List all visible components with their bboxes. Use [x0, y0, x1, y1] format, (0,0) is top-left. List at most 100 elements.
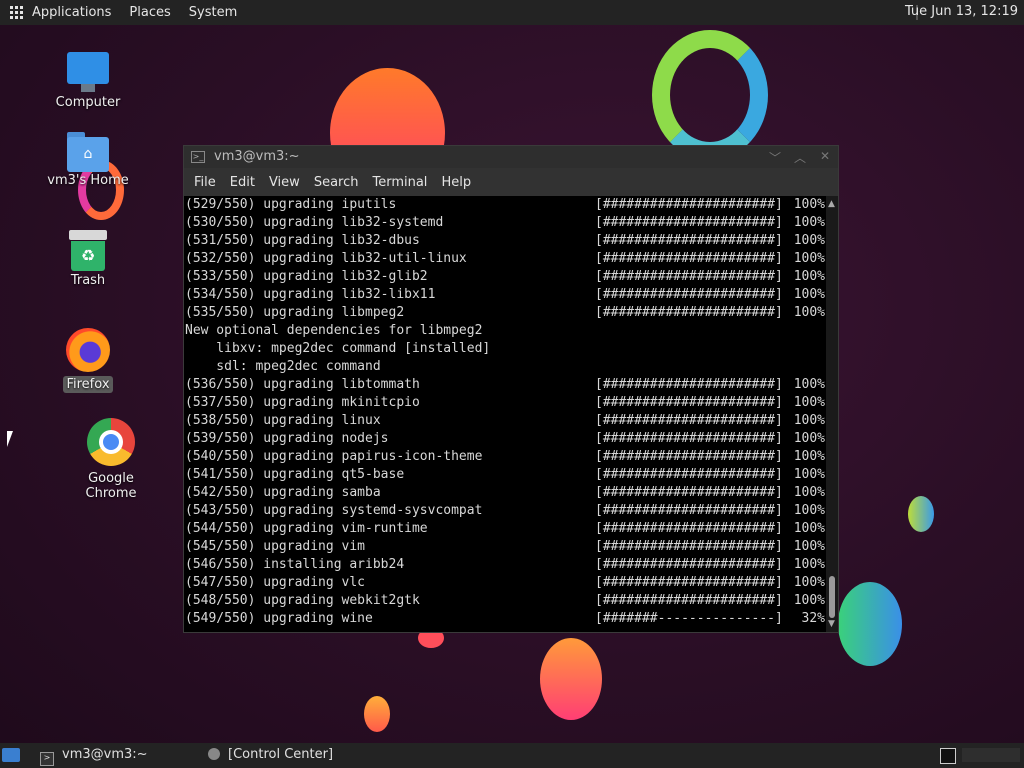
terminal-titlebar[interactable]: >_ vm3@vm3:~ ﹀ ︿ ✕ [184, 146, 838, 168]
terminal-line: (530/550) upgrading lib32-systemd [######… [185, 214, 825, 232]
clock[interactable]: Tue Jun 13, 12:19 [905, 4, 1018, 19]
close-icon[interactable]: ✕ [820, 149, 830, 163]
menu-terminal[interactable]: Terminal [372, 175, 427, 190]
terminal-line-text: (535/550) upgrading libmpeg2 [185, 305, 405, 320]
progress-bar-text: [######################] [595, 539, 783, 554]
minimize-icon[interactable]: ﹀ [769, 149, 781, 166]
progress-bar-text: [######################] [595, 467, 783, 482]
progress-bar-text: [######################] [595, 557, 783, 572]
terminal-line: (549/550) upgrading wine [#######--------… [185, 610, 825, 628]
terminal-line: libxv: mpeg2dec command [installed] [185, 340, 825, 358]
terminal-line: (540/550) upgrading papirus-icon-theme [#… [185, 448, 825, 466]
progress-percent: 100% [793, 557, 825, 572]
progress-bar-text: [#######---------------] [595, 611, 783, 626]
scrollbar-thumb[interactable] [829, 576, 835, 618]
progress-percent: 100% [793, 413, 825, 428]
workspace-1[interactable] [940, 748, 956, 764]
terminal-line-text: (529/550) upgrading iputils [185, 197, 397, 212]
control-center-icon [208, 748, 220, 760]
desktop-icon-label: vm3's Home [47, 173, 129, 188]
desktop-icon-home[interactable]: ⌂ vm3's Home [38, 132, 138, 189]
wallpaper-shape [540, 638, 602, 720]
menu-edit[interactable]: Edit [230, 175, 255, 190]
terminal-line-text: (542/550) upgrading samba [185, 485, 381, 500]
progress-percent: 100% [793, 503, 825, 518]
progress-bar-text: [######################] [595, 575, 783, 590]
progress-percent: 100% [793, 269, 825, 284]
menu-system[interactable]: System [189, 5, 237, 20]
progress-percent: 100% [793, 575, 825, 590]
menu-file[interactable]: File [194, 175, 216, 190]
terminal-line: (545/550) upgrading vim [################… [185, 538, 825, 556]
progress-percent: 100% [793, 485, 825, 500]
terminal-line-text: (534/550) upgrading lib32-libx11 [185, 287, 436, 302]
taskbar-item-label: [Control Center] [228, 747, 334, 762]
progress-percent: 100% [793, 233, 825, 248]
terminal-line: (546/550) installing aribb24 [###########… [185, 556, 825, 574]
progress-percent: 100% [793, 305, 825, 320]
progress-bar-text: [######################] [595, 269, 783, 284]
trash-icon: ♻ [69, 230, 107, 272]
terminal-line-text: (544/550) upgrading vim-runtime [185, 521, 428, 536]
menu-places[interactable]: Places [129, 5, 170, 20]
terminal-line-text: (546/550) installing aribb24 [185, 557, 405, 572]
desktop-icon-chrome[interactable]: Google Chrome [60, 418, 162, 502]
terminal-line: (539/550) upgrading nodejs [#############… [185, 430, 825, 448]
wallpaper-shape [364, 696, 390, 732]
terminal-line: (531/550) upgrading lib32-dbus [#########… [185, 232, 825, 250]
scroll-up-icon[interactable]: ▲ [828, 199, 835, 209]
menu-view[interactable]: View [269, 175, 300, 190]
menu-help[interactable]: Help [441, 175, 471, 190]
terminal-icon: >_ [191, 151, 205, 163]
desktop-icon-computer[interactable]: Computer [38, 52, 138, 111]
progress-percent: 100% [793, 287, 825, 302]
terminal-line: New optional dependencies for libmpeg2 [185, 322, 825, 340]
progress-percent: 100% [793, 593, 825, 608]
terminal-line: (534/550) upgrading lib32-libx11 [#######… [185, 286, 825, 304]
progress-percent: 100% [793, 449, 825, 464]
firefox-icon [66, 328, 110, 372]
terminal-line: (538/550) upgrading linux [##############… [185, 412, 825, 430]
terminal-line: (537/550) upgrading mkinitcpio [#########… [185, 394, 825, 412]
scroll-down-icon[interactable]: ▼ [828, 619, 835, 629]
bottom-taskbar: > vm3@vm3:~ [Control Center] [0, 743, 1024, 768]
terminal-line-text: (537/550) upgrading mkinitcpio [185, 395, 420, 410]
terminal-line-text: (540/550) upgrading papirus-icon-theme [185, 449, 483, 464]
desktop-icon-label: Trash [70, 273, 106, 288]
taskbar-item-control-center[interactable]: [Control Center] [208, 747, 333, 762]
wallpaper-shape [908, 496, 934, 532]
terminal-line-text: (543/550) upgrading systemd-sysvcompat [185, 503, 483, 518]
taskbar-item-label: vm3@vm3:~ [62, 747, 148, 762]
progress-percent: 100% [793, 395, 825, 410]
desktop-icon-trash[interactable]: ♻ Trash [38, 230, 138, 289]
maximize-icon[interactable]: ︿ [794, 149, 806, 166]
terminal-output[interactable]: (529/550) upgrading iputils [############… [185, 196, 825, 632]
apps-grid-icon[interactable] [10, 5, 24, 20]
terminal-line: (548/550) upgrading webkit2gtk [#########… [185, 592, 825, 610]
progress-bar-text: [######################] [595, 449, 783, 464]
progress-percent: 100% [793, 377, 825, 392]
home-folder-icon: ⌂ [67, 132, 109, 172]
terminal-line-text: (538/550) upgrading linux [185, 413, 381, 428]
desktop-icon-firefox[interactable]: Firefox [38, 328, 138, 393]
progress-bar-text: [######################] [595, 377, 783, 392]
desktop-icon-label: Firefox [63, 376, 113, 393]
progress-percent: 100% [793, 431, 825, 446]
progress-percent: 100% [793, 467, 825, 482]
terminal-line-text: libxv: mpeg2dec command [installed] [185, 341, 491, 356]
desktop-icon-label: Computer [55, 95, 121, 110]
menu-applications[interactable]: Applications [32, 5, 111, 20]
show-desktop-icon[interactable] [2, 748, 20, 762]
terminal-line-text: (548/550) upgrading webkit2gtk [185, 593, 420, 608]
terminal-window[interactable]: >_ vm3@vm3:~ ﹀ ︿ ✕ File Edit View Search… [183, 145, 839, 633]
progress-percent: 100% [793, 197, 825, 212]
progress-bar-text: [######################] [595, 251, 783, 266]
progress-bar-text: [######################] [595, 431, 783, 446]
terminal-scrollbar[interactable]: ▲ ▼ [826, 196, 838, 632]
progress-bar-text: [######################] [595, 593, 783, 608]
computer-icon [67, 52, 109, 94]
menu-search[interactable]: Search [314, 175, 359, 190]
workspace-switcher[interactable] [962, 748, 1020, 762]
taskbar-item-terminal[interactable]: > vm3@vm3:~ [40, 747, 148, 766]
top-panel: Applications Places System Tue Jun 13, 1… [0, 0, 1024, 25]
